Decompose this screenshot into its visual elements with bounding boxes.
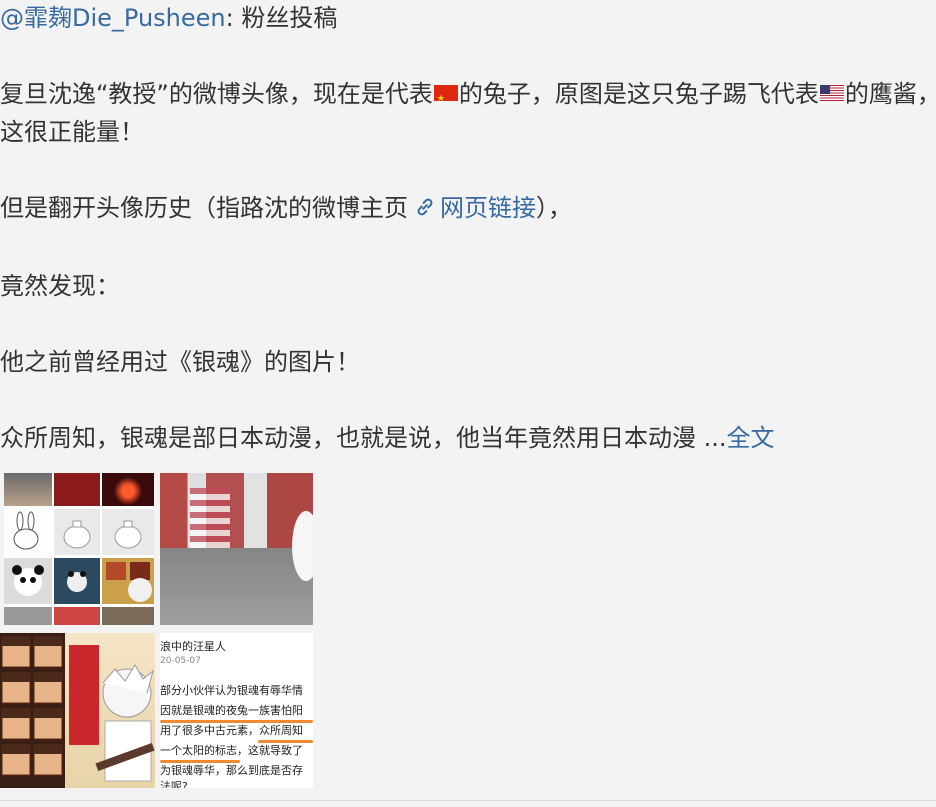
p5-text: 众所周知，银魂是部日本动漫，也就是说，他当年竟然用日本动漫 ... — [0, 424, 727, 452]
collage-tile — [4, 607, 52, 625]
anime-faces — [1, 636, 63, 776]
blur-overlay — [160, 473, 313, 625]
paragraph-4: 他之前曾经用过《银魂》的图片！ — [0, 346, 360, 378]
article-line: 一个太阳的标志，这就导致了 — [160, 744, 303, 757]
teapot-icon — [114, 520, 142, 549]
collage-tile — [4, 473, 52, 506]
teapot-icon — [63, 520, 91, 549]
p2-text-b: ）， — [536, 194, 572, 222]
image-thumbnail-1[interactable] — [4, 473, 154, 625]
collage-tile — [102, 473, 154, 506]
collage-tile — [4, 558, 52, 604]
article-line: 部分小伙伴认为银魂有辱华情 — [160, 684, 303, 697]
collage-tile — [4, 509, 52, 555]
collage-tile — [54, 558, 100, 604]
link-chain-icon[interactable] — [414, 196, 436, 218]
divider — [0, 800, 936, 801]
anime-character-icon — [106, 562, 152, 602]
image-thumbnail-4[interactable]: 浪中的汪星人 20-05-07 部分小伙伴认为银魂有辱华情 因就是银魂的夜兔一族… — [160, 633, 313, 788]
paragraph-5: 众所周知，银魂是部日本动漫，也就是说，他当年竟然用日本动漫 ...全文 — [0, 422, 775, 454]
web-link[interactable]: 网页链接 — [440, 194, 536, 222]
paragraph-2: 但是翻开头像历史（指路沈的微博主页 网页链接）， — [0, 192, 572, 224]
p1-text-c: 的鹰酱， — [844, 80, 936, 108]
collage-tile — [54, 607, 100, 625]
p1-text-d: 这很正能量！ — [0, 118, 144, 146]
image-thumbnail-2[interactable] — [160, 473, 313, 625]
article-date: 20-05-07 — [160, 656, 201, 666]
author-link[interactable]: @霏麹Die_Pusheen — [0, 4, 226, 32]
expand-full-text-link[interactable]: 全文 — [727, 424, 775, 452]
article-line: 为银魂辱华，那么到底是否存 — [160, 764, 303, 777]
character-grid — [0, 633, 65, 788]
p1-text-a: 复旦沈逸“教授”的微博头像，现在是代表 — [0, 80, 433, 108]
usa-flag-icon — [819, 85, 844, 101]
paragraph-3: 竟然发现： — [0, 270, 120, 302]
paragraph-1-line2: 这很正能量！ — [0, 116, 144, 148]
p2-text-a: 但是翻开头像历史（指路沈的微博主页 — [0, 194, 408, 222]
collage-tile — [54, 509, 100, 555]
panda-icon — [67, 571, 87, 592]
collage-tile — [54, 473, 100, 506]
china-flag-icon — [433, 85, 458, 101]
p1-text-b: 的兔子，原图是这只兔子踢飞代表 — [458, 80, 819, 108]
panda-icon — [12, 565, 44, 596]
collage-tile — [102, 509, 154, 555]
paragraph-1: 复旦沈逸“教授”的微博头像，现在是代表的兔子，原图是这只兔子踢飞代表的鹰酱， — [0, 78, 936, 110]
image-thumbnail-3[interactable] — [0, 633, 155, 788]
collage-tile — [102, 607, 154, 625]
p3-text: 竟然发现： — [0, 272, 120, 300]
rabbit-icon — [13, 511, 39, 550]
post-header: @霏麹Die_Pusheen: 粉丝投稿 — [0, 2, 337, 34]
gintama-character — [69, 645, 155, 782]
article-line: 用了很多中古元素，众所周知 — [160, 724, 303, 737]
p4-text: 他之前曾经用过《银魂》的图片！ — [0, 348, 360, 376]
article-line: 法呢? — [160, 780, 188, 788]
article-line: 因就是银魂的夜兔一族害怕阳 — [160, 704, 303, 717]
collage-tile — [102, 558, 154, 604]
cover-art — [65, 633, 155, 788]
author-suffix: : 粉丝投稿 — [225, 4, 338, 32]
